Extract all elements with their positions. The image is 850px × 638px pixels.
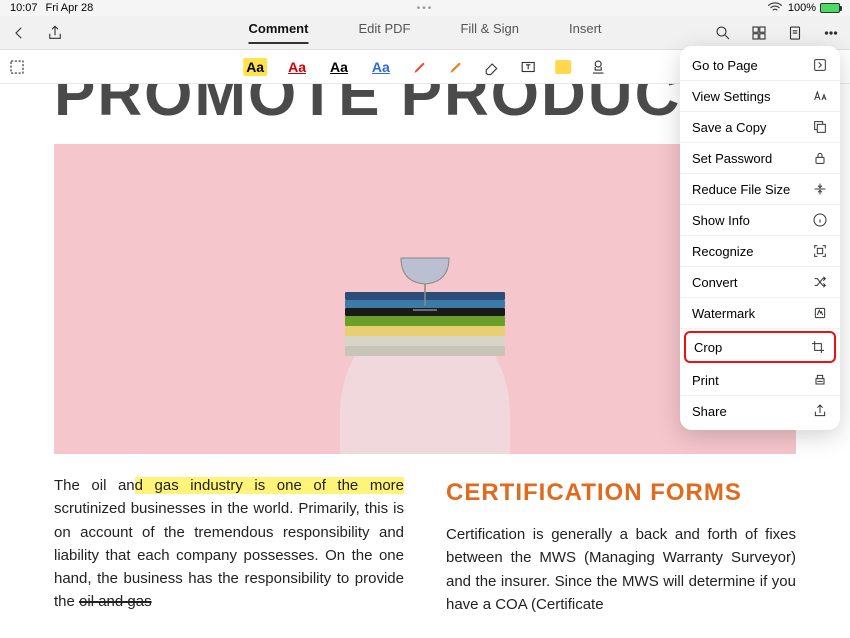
share-up-icon[interactable] — [46, 24, 64, 42]
more-icon[interactable] — [822, 24, 840, 42]
menu-print[interactable]: Print — [680, 365, 840, 396]
strikethrough-text: oil and gas — [79, 593, 152, 610]
menu-recognize[interactable]: Recognize — [680, 236, 840, 267]
stamp-icon[interactable] — [589, 58, 607, 76]
textbox-icon[interactable] — [519, 58, 537, 76]
status-bar: 10:07 Fri Apr 28 ••• 100% — [0, 0, 850, 16]
print-icon — [812, 372, 828, 388]
menu-reduce-file-size[interactable]: Reduce File Size — [680, 174, 840, 205]
menu-go-to-page[interactable]: Go to Page — [680, 50, 840, 81]
search-icon[interactable] — [714, 24, 732, 42]
back-icon[interactable] — [10, 24, 28, 42]
info-icon — [812, 212, 828, 228]
text-size-icon — [812, 88, 828, 104]
copy-icon — [812, 119, 828, 135]
marker-orange-icon[interactable] — [447, 58, 465, 76]
note-tool[interactable] — [555, 60, 571, 74]
glass-icon — [393, 254, 457, 314]
crop-icon — [810, 339, 826, 355]
compress-icon — [812, 181, 828, 197]
page-icon[interactable] — [786, 24, 804, 42]
wifi-icon — [766, 0, 784, 17]
menu-watermark[interactable]: Watermark — [680, 298, 840, 329]
watermark-icon — [812, 305, 828, 321]
tab-comment[interactable]: Comment — [248, 21, 308, 44]
highlighted-text: d gas industry is one of the more — [135, 477, 404, 494]
marker-red-icon[interactable] — [411, 58, 429, 76]
grid-icon[interactable] — [750, 24, 768, 42]
menu-share[interactable]: Share — [680, 396, 840, 426]
arrow-right-box-icon — [812, 57, 828, 73]
selection-icon[interactable] — [8, 58, 26, 76]
column-left: The oil and gas industry is one of the m… — [54, 474, 404, 616]
underline-tool[interactable]: Aa — [327, 58, 351, 76]
column-right: CERTIFICATION FORMS Certification is gen… — [446, 474, 796, 616]
nav-bar: Comment Edit PDF Fill & Sign Insert — [0, 16, 850, 50]
menu-save-copy[interactable]: Save a Copy — [680, 112, 840, 143]
shuffle-icon — [812, 274, 828, 290]
menu-crop[interactable]: Crop — [684, 331, 836, 363]
squiggly-tool[interactable]: Aa — [285, 58, 309, 76]
lock-icon — [812, 150, 828, 166]
tab-edit-pdf[interactable]: Edit PDF — [358, 21, 410, 44]
battery-icon — [820, 3, 840, 13]
share-icon — [812, 403, 828, 419]
status-date: Fri Apr 28 — [46, 2, 94, 14]
battery-percent: 100% — [788, 2, 816, 14]
drag-handle: ••• — [417, 3, 434, 14]
menu-set-password[interactable]: Set Password — [680, 143, 840, 174]
menu-show-info[interactable]: Show Info — [680, 205, 840, 236]
highlight-tool[interactable]: Aa — [243, 58, 267, 76]
tab-insert[interactable]: Insert — [569, 21, 602, 44]
eraser-icon[interactable] — [483, 58, 501, 76]
scan-icon — [812, 243, 828, 259]
tab-fill-sign[interactable]: Fill & Sign — [460, 21, 519, 44]
status-time: 10:07 — [10, 2, 38, 14]
section-heading: CERTIFICATION FORMS — [446, 474, 796, 511]
strikeout-tool[interactable]: Aa — [369, 58, 393, 76]
menu-convert[interactable]: Convert — [680, 267, 840, 298]
menu-view-settings[interactable]: View Settings — [680, 81, 840, 112]
overflow-menu: Go to Page View Settings Save a Copy Set… — [680, 46, 840, 430]
